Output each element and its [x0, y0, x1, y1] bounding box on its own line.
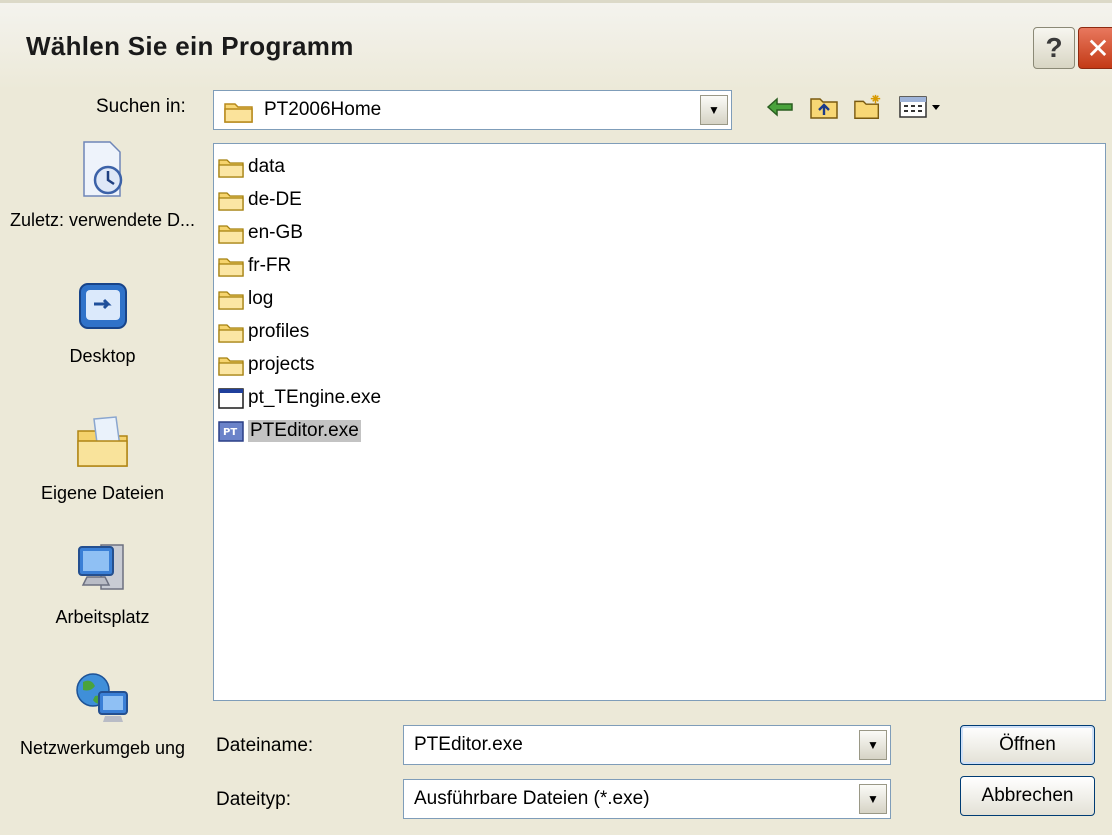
file-name: log	[248, 288, 274, 309]
chevron-down-icon[interactable]: ▼	[859, 784, 887, 814]
file-name: projects	[248, 354, 315, 375]
folder-icon	[218, 258, 244, 277]
file-name: profiles	[248, 321, 310, 342]
filename-value[interactable]: PTEditor.exe	[414, 734, 523, 756]
open-button[interactable]: Öffnen	[960, 725, 1095, 765]
file-name: PTEditor.exe	[248, 420, 361, 442]
back-arrow-icon[interactable]	[765, 92, 795, 122]
file-item[interactable]: de-DE	[218, 185, 302, 215]
place-recent[interactable]: Zuletz: verwendete D...	[0, 140, 205, 231]
recent-documents-icon	[0, 140, 205, 203]
filetype-label: Dateityp:	[216, 789, 291, 810]
window-title: Wählen Sie ein Programm	[26, 31, 354, 61]
file-item[interactable]: projects	[218, 350, 315, 380]
filetype-dropdown[interactable]: Ausführbare Dateien (*.exe) ▼	[403, 779, 891, 819]
place-network[interactable]: Netzwerkumgeb ung	[0, 668, 205, 759]
file-item[interactable]: profiles	[218, 317, 309, 347]
look-in-dropdown[interactable]: PT2006Home ▼	[213, 90, 732, 130]
place-my-documents[interactable]: Eigene Dateien	[0, 413, 205, 504]
chevron-down-icon[interactable]: ▼	[859, 730, 887, 760]
desktop-icon	[0, 280, 205, 339]
title-bar: Wählen Sie ein Programm ? ✕	[0, 0, 1112, 90]
folder-up-icon[interactable]	[809, 92, 839, 122]
file-name: data	[248, 156, 285, 177]
svg-text:PT: PT	[223, 427, 237, 438]
file-name: de-DE	[248, 189, 302, 210]
file-list[interactable]: data de-DE en-GB fr-FR log profiles proj…	[213, 143, 1106, 701]
chevron-down-icon[interactable]: ▼	[700, 95, 728, 125]
filetype-value: Ausführbare Dateien (*.exe)	[414, 788, 650, 809]
file-item[interactable]: pt_TEngine.exe	[218, 383, 381, 413]
my-computer-icon	[0, 537, 205, 600]
folder-icon	[218, 357, 244, 376]
place-label: Zuletz: verwendete D...	[9, 210, 196, 230]
file-name: fr-FR	[248, 255, 292, 276]
file-name: en-GB	[248, 222, 303, 243]
file-item[interactable]: en-GB	[218, 218, 303, 248]
look-in-label: Suchen in:	[96, 96, 186, 117]
filename-field[interactable]: PTEditor.exe ▼	[403, 725, 891, 765]
place-my-computer[interactable]: Arbeitsplatz	[0, 537, 205, 628]
cancel-button[interactable]: Abbrechen	[960, 776, 1095, 816]
folder-icon	[218, 192, 244, 211]
file-item[interactable]: fr-FR	[218, 251, 291, 281]
my-documents-icon	[0, 413, 205, 476]
filename-label: Dateiname:	[216, 735, 314, 756]
place-label: Netzwerkumgeb ung	[19, 738, 186, 758]
place-label: Eigene Dateien	[40, 483, 165, 503]
close-button[interactable]: ✕	[1078, 27, 1112, 69]
help-button[interactable]: ?	[1033, 27, 1075, 69]
dialog-toolbar	[765, 92, 943, 122]
file-item-selected[interactable]: PT PTEditor.exe	[218, 416, 361, 446]
file-item[interactable]: data	[218, 152, 285, 182]
network-icon	[0, 668, 205, 731]
folder-icon	[218, 225, 244, 244]
new-folder-icon[interactable]	[853, 92, 883, 122]
folder-icon	[218, 324, 244, 343]
folder-icon	[224, 99, 254, 128]
place-label: Desktop	[69, 346, 136, 366]
file-item[interactable]: log	[218, 284, 273, 314]
place-desktop[interactable]: Desktop	[0, 280, 205, 367]
look-in-value: PT2006Home	[264, 99, 382, 120]
place-label: Arbeitsplatz	[55, 607, 150, 627]
file-name: pt_TEngine.exe	[248, 387, 382, 408]
folder-icon	[218, 159, 244, 178]
app-icon: PT	[218, 421, 244, 442]
exe-file-icon	[218, 388, 244, 409]
view-menu-icon[interactable]	[897, 92, 943, 122]
folder-icon	[218, 291, 244, 310]
